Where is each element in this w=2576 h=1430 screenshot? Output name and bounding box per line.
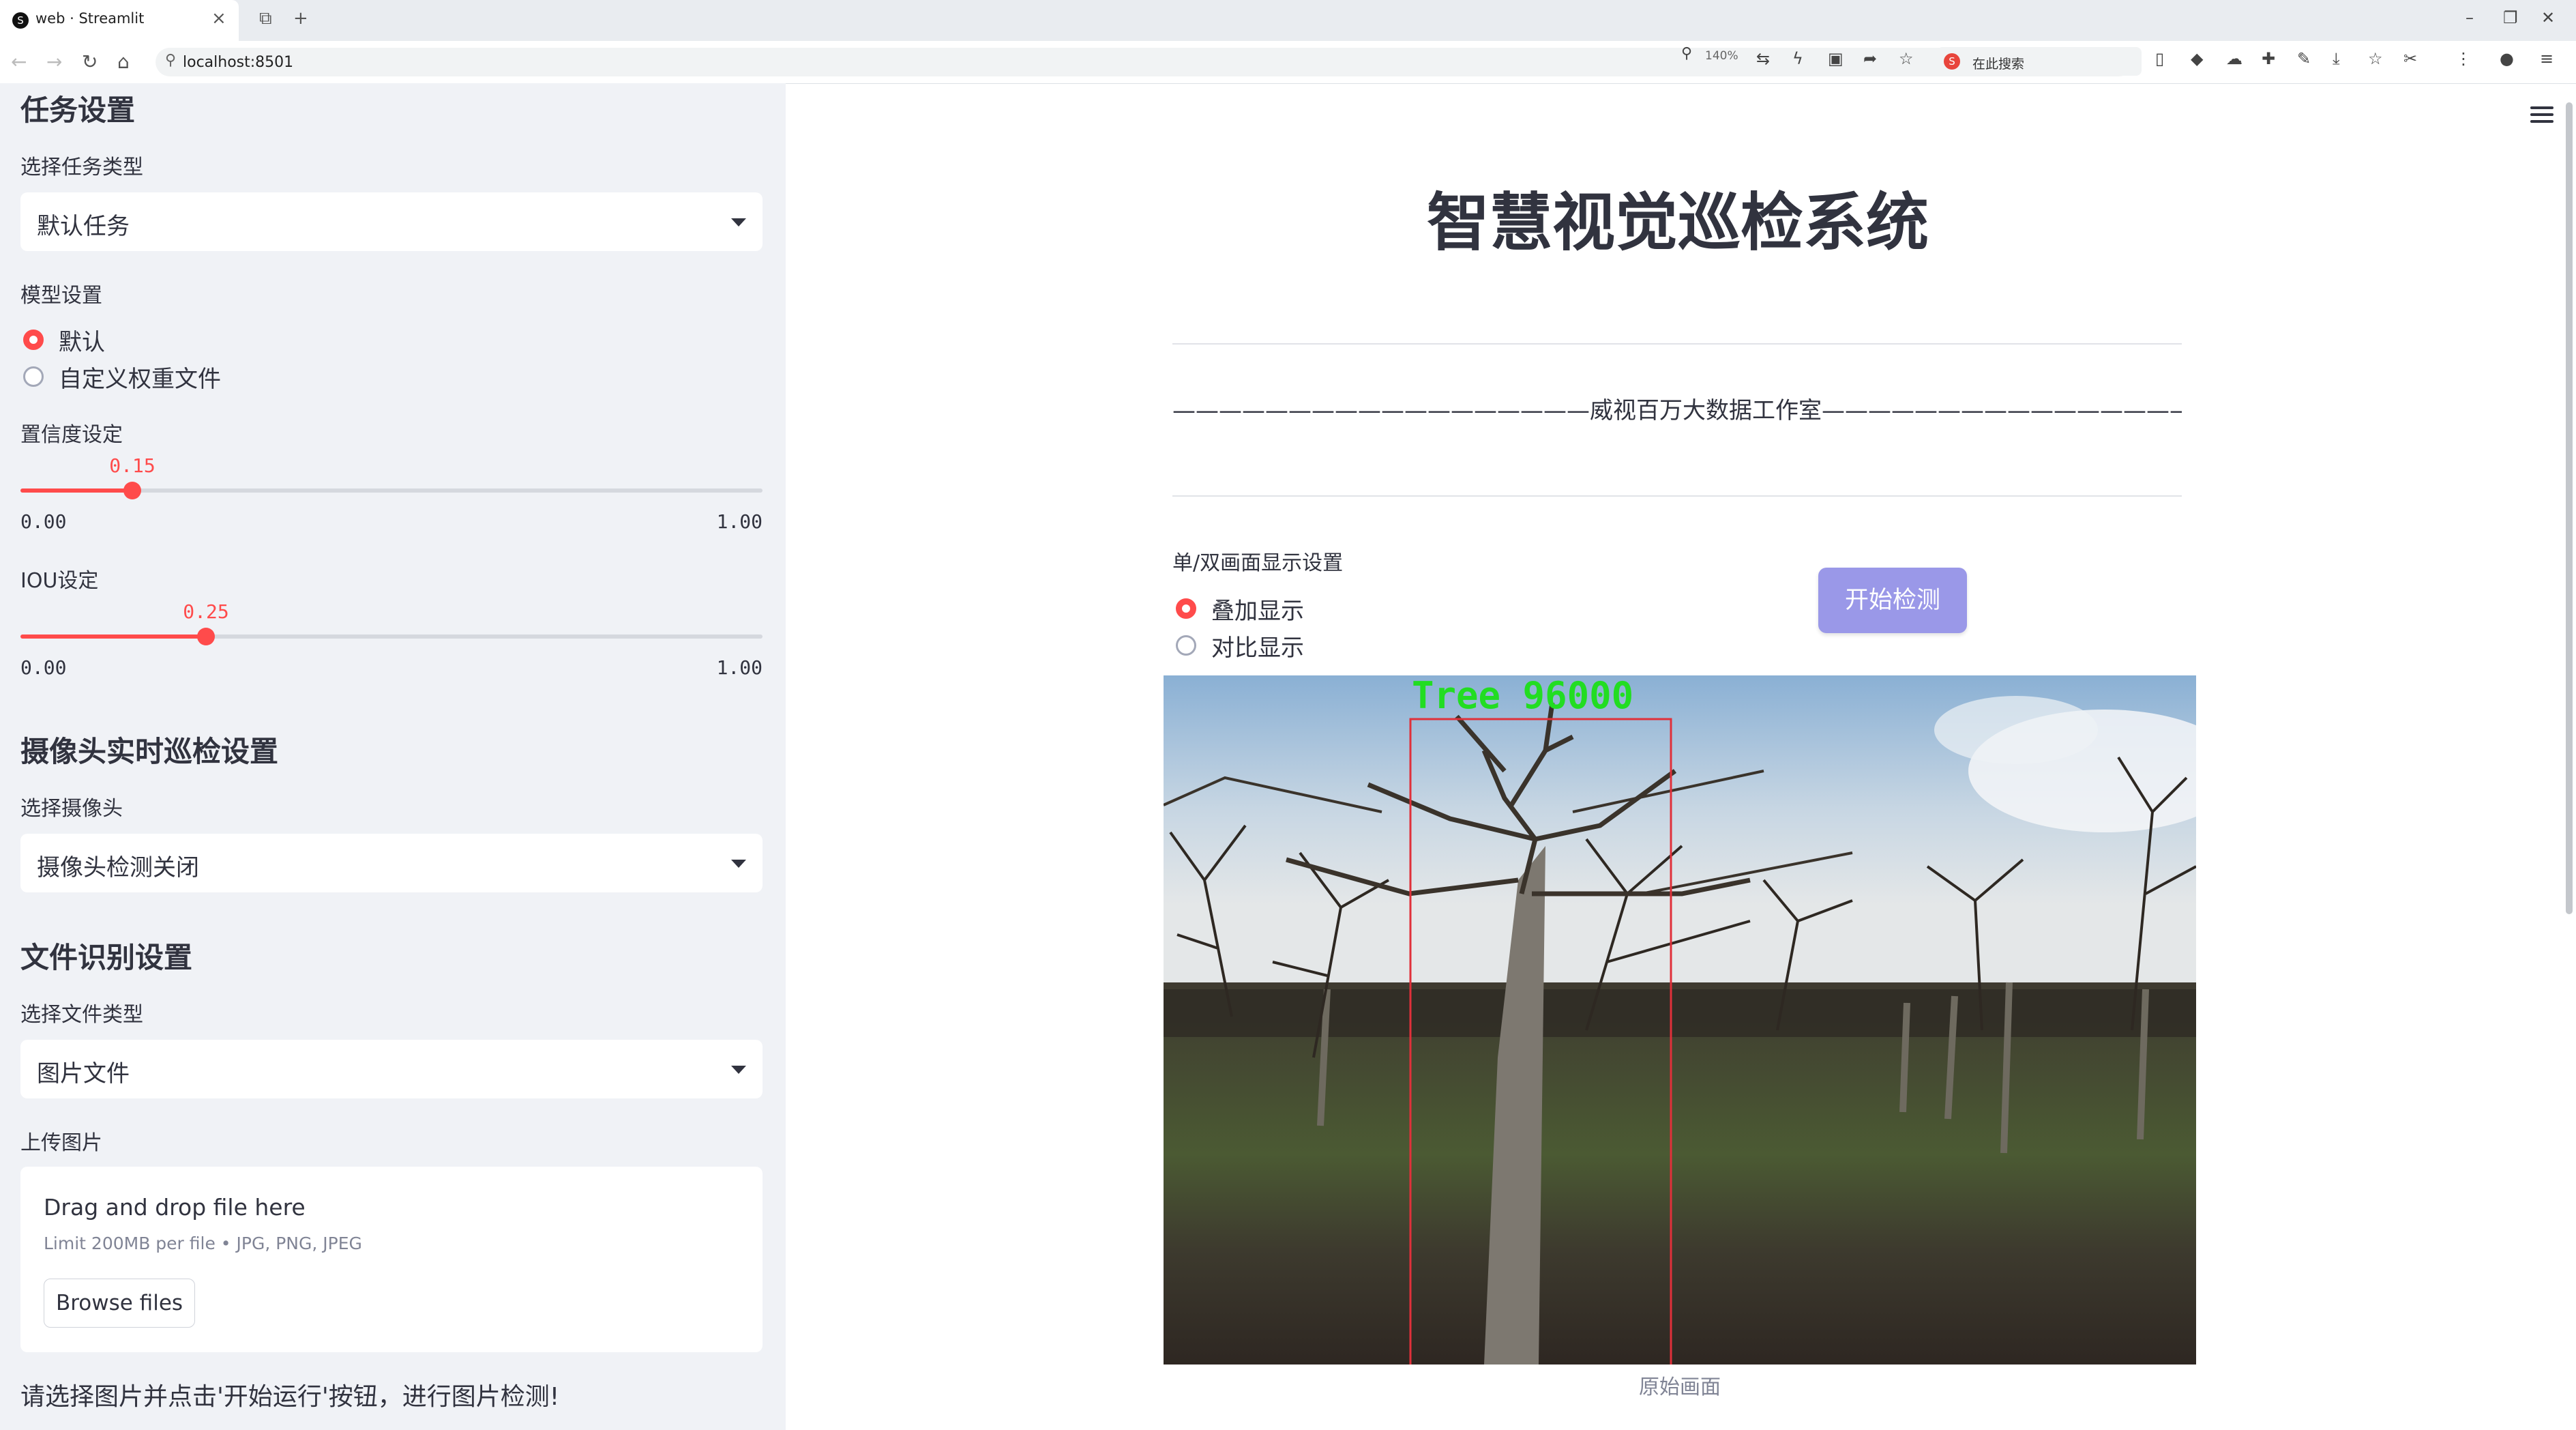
new-tab-icon[interactable]: + (293, 8, 308, 29)
address-toolbar: ← → ↻ ⌂ ⚲ localhost:8501 ⚲ 140% ⇆ ϟ ▣ ➦ … (0, 41, 2576, 84)
display-option-label: 对比显示 (1211, 634, 1304, 662)
sidebar: 任务设置 选择任务类型 默认任务 模型设置 默认 自定义权重文件 置信度设定 0… (0, 83, 786, 1430)
iou-slider-thumb[interactable] (197, 628, 215, 645)
detection-image: Tree 96000 (1164, 675, 2196, 1365)
radio-selected-icon (23, 330, 44, 350)
search-input[interactable]: S 在此搜索 (1937, 47, 2142, 76)
chevron-down-icon (731, 218, 746, 227)
share-icon[interactable]: ➦ (1863, 49, 1877, 68)
file-settings-heading: 文件识别设置 (20, 941, 193, 974)
file-dropzone[interactable]: Drag and drop file here Limit 200MB per … (20, 1167, 763, 1352)
translate-icon[interactable]: ⇆ (1756, 49, 1770, 68)
sidebar-instruction: 请选择图片并点击'开始运行'按钮，进行图片检测! (20, 1383, 560, 1411)
browse-files-button[interactable]: Browse files (44, 1279, 195, 1328)
radio-unselected-icon (23, 366, 44, 387)
zoom-level[interactable]: 140% (1705, 49, 1738, 63)
iou-min: 0.00 (20, 656, 67, 679)
detection-label: Tree 96000 (1412, 675, 1633, 717)
tablet-icon[interactable]: ▯ (2155, 49, 2164, 68)
task-settings-heading: 任务设置 (20, 93, 136, 127)
display-mode-label: 单/双画面显示设置 (1172, 551, 1344, 575)
task-type-label: 选择任务类型 (20, 156, 143, 179)
bookmark-star-icon[interactable]: ☆ (1899, 49, 1914, 68)
dropzone-title: Drag and drop file here (44, 1194, 306, 1221)
display-option-label: 叠加显示 (1211, 598, 1304, 625)
camera-select-label: 选择摄像头 (20, 797, 123, 821)
camera-select-value: 摄像头检测关闭 (37, 854, 199, 881)
chevron-down-icon (731, 1066, 746, 1074)
more-vertical-icon[interactable]: ⋮ (2455, 49, 2472, 68)
confidence-slider-thumb[interactable] (123, 482, 141, 499)
search-engine-icon: S (1944, 53, 1960, 70)
file-type-label: 选择文件类型 (20, 1003, 143, 1027)
file-type-value: 图片文件 (37, 1060, 130, 1088)
streamlit-favicon-icon: S (12, 12, 29, 29)
page-title: 智慧视觉巡检系统 (1426, 186, 1929, 259)
lightning-icon[interactable]: ϟ (1792, 49, 1803, 68)
tab-title: web · Streamlit (35, 10, 145, 27)
camera-settings-heading: 摄像头实时巡检设置 (20, 735, 279, 768)
cloud-icon[interactable]: ☁ (2226, 49, 2242, 68)
home-icon[interactable]: ⌂ (117, 50, 130, 73)
page-scrollbar[interactable] (2566, 102, 2573, 914)
menu-icon[interactable]: ≡ (2540, 49, 2553, 68)
restore-icon[interactable]: ❐ (2503, 8, 2518, 27)
extension-icon[interactable]: ▣ (1828, 49, 1844, 68)
color-extension-icon[interactable]: ◆ (2191, 49, 2203, 68)
url-text: localhost:8501 (183, 54, 294, 71)
confidence-min: 0.00 (20, 510, 67, 533)
confidence-max: 1.00 (716, 510, 763, 533)
pen-icon[interactable]: ✎ (2297, 49, 2311, 68)
confidence-slider[interactable] (20, 482, 763, 499)
scissors-icon[interactable]: ✂ (2403, 49, 2417, 68)
back-icon[interactable]: ← (11, 50, 27, 73)
start-detection-button[interactable]: 开始检测 (1818, 568, 1967, 633)
iou-label: IOU设定 (20, 569, 99, 593)
iou-slider-fill (20, 634, 206, 639)
site-info-icon[interactable]: ⚲ (165, 52, 176, 69)
tab-grid-icon[interactable]: ⧉ (259, 8, 272, 29)
window-close-icon[interactable]: ✕ (2541, 8, 2555, 27)
chevron-down-icon (731, 860, 746, 868)
favorites-icon[interactable]: ☆ (2368, 49, 2383, 68)
model-settings-label: 模型设置 (20, 284, 102, 308)
image-caption: 原始画面 (1639, 1375, 1721, 1399)
puzzle-icon[interactable]: ✚ (2262, 49, 2275, 68)
file-type-select[interactable]: 图片文件 (20, 1040, 763, 1098)
divider (1172, 343, 2182, 345)
iou-max: 1.00 (716, 656, 763, 679)
iou-slider[interactable] (20, 628, 763, 645)
orchard-scene: Tree 96000 (1164, 675, 2196, 1365)
task-type-select[interactable]: 默认任务 (20, 192, 763, 251)
confidence-slider-fill (20, 488, 132, 493)
upload-label: 上传图片 (20, 1131, 102, 1155)
radio-selected-icon (1176, 598, 1196, 619)
radio-unselected-icon (1176, 635, 1196, 656)
download-icon[interactable]: ⤓ (2333, 49, 2340, 68)
dropzone-limit: Limit 200MB per file • JPG, PNG, JPEG (44, 1234, 362, 1253)
zoom-icon[interactable]: ⚲ (1681, 45, 1692, 62)
tab-close-icon[interactable]: × (211, 8, 226, 29)
model-option-label: 默认 (59, 329, 105, 356)
search-placeholder: 在此搜索 (1972, 57, 2025, 72)
forward-icon[interactable]: → (46, 50, 62, 73)
profile-avatar-icon[interactable]: ● (2500, 49, 2514, 68)
confidence-label: 置信度设定 (20, 423, 123, 447)
reload-icon[interactable]: ↻ (82, 50, 98, 73)
divider (1172, 495, 2182, 497)
iou-value: 0.25 (183, 600, 229, 623)
browser-tab[interactable]: S web · Streamlit × (0, 0, 239, 41)
task-type-value: 默认任务 (37, 213, 130, 240)
main-menu-icon[interactable] (2530, 106, 2553, 127)
camera-select[interactable]: 摄像头检测关闭 (20, 834, 763, 892)
studio-subtitle: ——————————————————威视百万大数据工作室————————————… (1172, 397, 2182, 424)
confidence-value: 0.15 (109, 454, 156, 477)
browser-tab-strip: S web · Streamlit × ⧉ + – ❐ ✕ (0, 0, 2576, 41)
minimize-icon[interactable]: – (2466, 8, 2474, 27)
model-option-label: 自定义权重文件 (59, 366, 221, 393)
